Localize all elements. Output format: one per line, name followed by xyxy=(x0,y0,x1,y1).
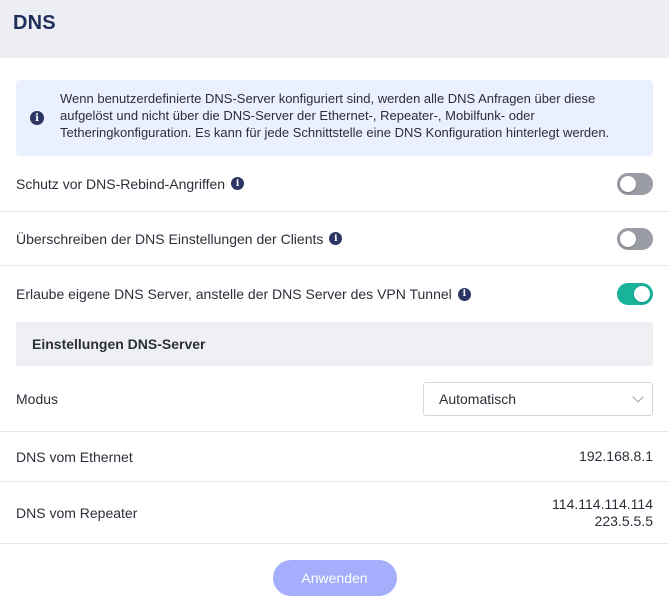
section-header: Einstellungen DNS-Server xyxy=(16,322,653,366)
dns-repeater-label: DNS vom Repeater xyxy=(16,504,138,521)
dns-repeater-value-1: 114.114.114.114 xyxy=(552,495,653,512)
info-line-2: aufgelöst und nicht über die DNS-Server … xyxy=(60,108,535,123)
info-text: Wenn benutzerdefinierte DNS-Server konfi… xyxy=(60,90,609,141)
dns-repeater-values: 114.114.114.114 223.5.5.5 xyxy=(552,496,653,530)
toggle-knob xyxy=(634,286,650,302)
dns-repeater-value-2: 223.5.5.5 xyxy=(594,512,653,529)
rebind-protection-toggle[interactable] xyxy=(617,172,653,195)
mode-label: Modus xyxy=(16,390,59,407)
mode-row: Modus Automatisch xyxy=(0,366,669,432)
info-box: i Wenn benutzerdefinierte DNS-Server kon… xyxy=(16,80,653,156)
page-header: DNS xyxy=(0,0,669,56)
custom-dns-vpn-toggle[interactable] xyxy=(617,283,653,305)
info-icon: i xyxy=(30,111,44,125)
rebind-protection-label-wrap: Schutz vor DNS-Rebind-Angriffen i xyxy=(16,175,245,192)
custom-dns-vpn-label-wrap: Erlaube eigene DNS Server, anstelle der … xyxy=(16,286,471,302)
override-client-dns-toggle[interactable] xyxy=(617,227,653,250)
rebind-protection-row: Schutz vor DNS-Rebind-Angriffen i xyxy=(0,156,669,212)
dns-ethernet-label: DNS vom Ethernet xyxy=(16,448,133,465)
mode-select[interactable]: Automatisch xyxy=(423,381,653,416)
apply-button[interactable]: Anwenden xyxy=(272,560,397,596)
info-icon[interactable]: i xyxy=(329,232,343,245)
info-icon[interactable]: i xyxy=(231,177,245,190)
dns-settings-card: i Wenn benutzerdefinierte DNS-Server kon… xyxy=(0,58,669,602)
custom-dns-vpn-label: Erlaube eigene DNS Server, anstelle der … xyxy=(16,286,452,302)
override-client-dns-row: Überschreiben der DNS Einstellungen der … xyxy=(0,212,669,266)
override-client-dns-label-wrap: Überschreiben der DNS Einstellungen der … xyxy=(16,230,343,247)
info-icon[interactable]: i xyxy=(457,287,471,301)
dns-repeater-row: DNS vom Repeater 114.114.114.114 223.5.5… xyxy=(0,482,669,544)
page-title: DNS xyxy=(13,12,56,34)
apply-wrap: Anwenden xyxy=(16,544,653,596)
info-line-1: Wenn benutzerdefinierte DNS-Server konfi… xyxy=(60,91,596,106)
chevron-down-icon xyxy=(632,390,644,403)
rebind-protection-label: Schutz vor DNS-Rebind-Angriffen xyxy=(16,175,226,192)
dns-ethernet-row: DNS vom Ethernet 192.168.8.1 xyxy=(0,432,669,482)
mode-selected-value: Automatisch xyxy=(439,390,517,407)
override-client-dns-label: Überschreiben der DNS Einstellungen der … xyxy=(16,230,324,247)
toggle-knob xyxy=(620,175,636,192)
dns-ethernet-value: 192.168.8.1 xyxy=(579,448,653,464)
info-line-3: Tetheringkonfiguration. Es kann für jede… xyxy=(60,125,610,140)
toggle-knob xyxy=(620,230,636,247)
custom-dns-vpn-row: Erlaube eigene DNS Server, anstelle der … xyxy=(0,266,669,322)
